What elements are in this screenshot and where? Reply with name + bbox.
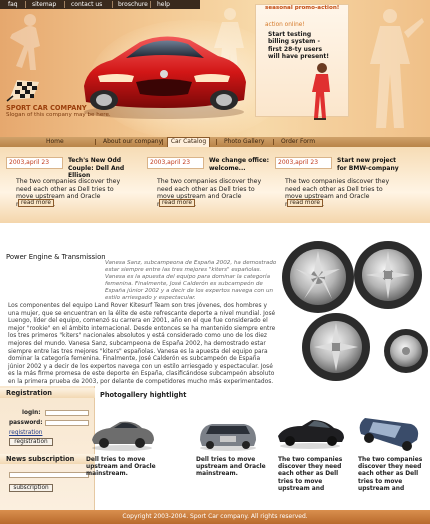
main-nav-about[interactable]: About our company — [103, 137, 162, 147]
wheel-icon — [354, 241, 422, 309]
promo-action-text: action online! — [265, 22, 305, 28]
gallery-caption: The two companies discover they need eac… — [358, 457, 423, 492]
gallery-car-photo[interactable] — [355, 412, 427, 452]
news-date: 2003,april 23 — [147, 157, 204, 169]
login-label: login: — [22, 410, 41, 416]
dancer-silhouette-right — [370, 9, 424, 128]
footer-copyright: Copyright 2003-2004. Sport Car company. … — [0, 510, 430, 524]
top-nav-broschure[interactable]: broschure — [118, 0, 148, 9]
main-nav-car-catalog[interactable]: Car Catalog — [167, 137, 210, 147]
gallery-car-photo[interactable] — [86, 412, 158, 452]
engine-section-title: Power Engine & Transmission — [6, 253, 106, 261]
gallery-car-photo[interactable] — [274, 412, 346, 452]
news-date: 2003,april 23 — [6, 157, 63, 169]
top-nav-help[interactable]: help — [157, 0, 170, 9]
top-nav-separator — [112, 1, 113, 8]
top-nav-separator — [64, 1, 65, 8]
promo-model-image — [312, 63, 330, 120]
main-nav: Home About our company Car Catalog Photo… — [0, 137, 430, 147]
gallery-caption: Dell tries to move upstream and Oracle m… — [86, 457, 156, 478]
gallery-caption: Dell tries to move upstream and Oracle m… — [196, 457, 266, 478]
red-sports-car-image — [84, 36, 246, 119]
news-date: 2003,april 23 — [275, 157, 332, 169]
engine-intro-text: Vanesa Sanz, subcampeona de España 2002,… — [105, 260, 277, 301]
site-header: faq sitemap contact us broschure help SP… — [0, 0, 430, 137]
company-logo-title[interactable]: SPORT CAR COMPANY — [6, 104, 87, 112]
news-subscription-title: News subscription — [0, 454, 95, 464]
gallery-car-photo[interactable] — [192, 412, 264, 452]
main-nav-separator — [162, 139, 163, 145]
news-headline[interactable]: We change office: welcome... — [209, 157, 279, 172]
main-nav-home[interactable]: Home — [46, 137, 64, 147]
main-nav-order-form[interactable]: Order Form — [281, 137, 315, 147]
promo-text: Start testing billing system - first 28-… — [268, 31, 330, 61]
read-more-button[interactable]: read more — [287, 199, 323, 207]
gallery-caption: The two companies discover they need eac… — [278, 457, 343, 492]
news-headline[interactable]: Start new project for BMW-company — [337, 157, 407, 172]
promo-label: seasonal promo-action! — [265, 5, 340, 11]
alloy-wheels-image — [282, 241, 428, 381]
registration-button[interactable]: registration — [9, 438, 53, 446]
password-label: password: — [9, 420, 43, 426]
subscription-email-input[interactable] — [9, 472, 89, 478]
checkered-flag-icon — [6, 80, 39, 102]
main-nav-separator — [273, 139, 274, 145]
engine-article-text: Los componentes del equipo Land Rover Ki… — [8, 303, 276, 385]
read-more-button[interactable]: read more — [159, 199, 195, 207]
top-nav-separator — [25, 1, 26, 8]
dancer-silhouette-left — [10, 14, 40, 70]
top-nav-separator — [150, 1, 151, 8]
main-nav-separator — [95, 139, 96, 145]
registration-title: Registration — [0, 388, 95, 398]
wheel-icon — [384, 329, 428, 373]
subscription-button[interactable]: subscription — [9, 484, 53, 492]
wheel-icon — [302, 313, 370, 381]
read-more-button[interactable]: read more — [18, 199, 54, 207]
login-input[interactable] — [45, 410, 89, 416]
registration-link[interactable]: registration — [9, 430, 42, 436]
company-slogan: Slogan of this company may be here. — [6, 112, 111, 118]
wheel-icon — [282, 241, 354, 313]
main-nav-separator — [216, 139, 217, 145]
photogallery-title: Photogallery hightlight — [100, 391, 187, 399]
main-nav-photo-gallery[interactable]: Photo Gallery — [224, 137, 264, 147]
news-headline[interactable]: Tech's New Odd Couple: Dell And Ellison — [68, 157, 138, 180]
password-input[interactable] — [45, 420, 89, 426]
top-nav-faq[interactable]: faq — [8, 0, 18, 9]
top-nav-contact-us[interactable]: contact us — [71, 0, 102, 9]
top-nav-sitemap[interactable]: sitemap — [32, 0, 56, 9]
top-nav: faq sitemap contact us broschure help — [0, 0, 200, 9]
